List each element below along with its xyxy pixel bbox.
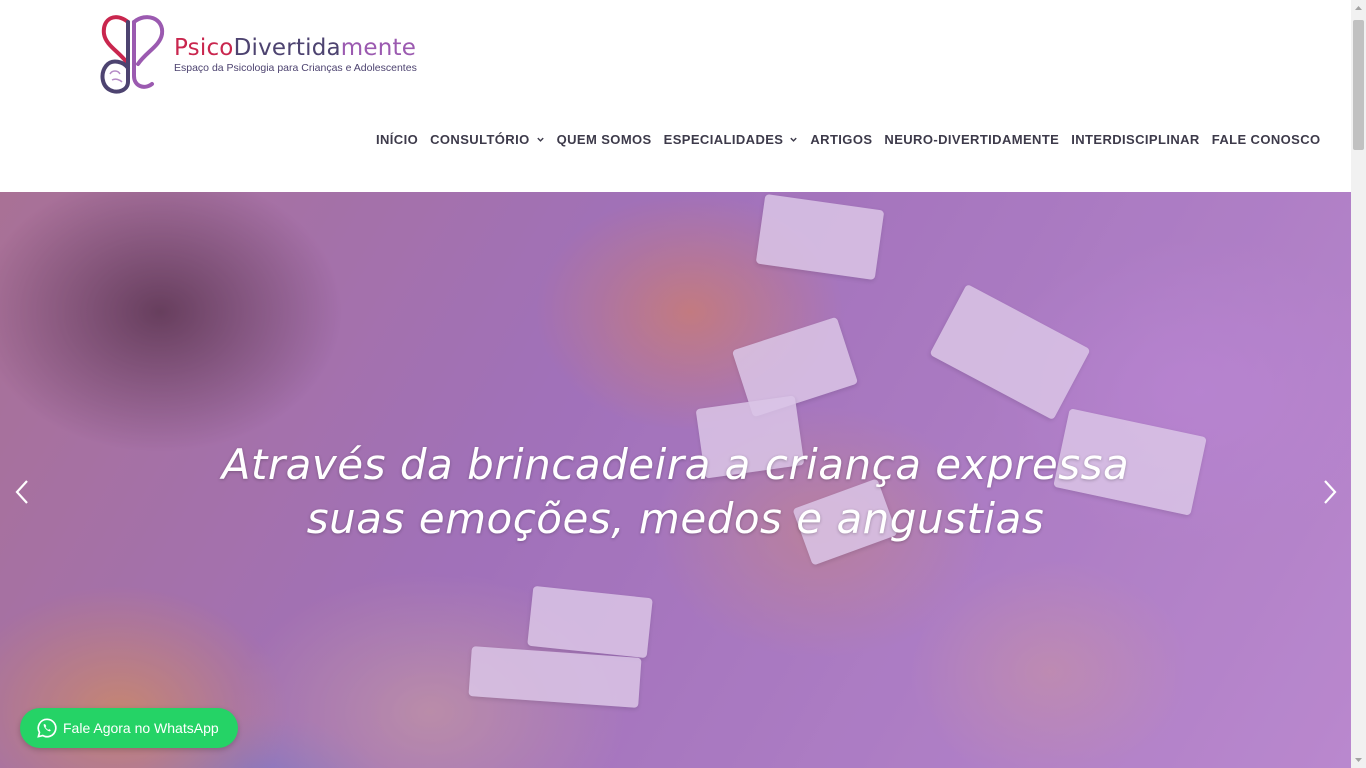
nav-item-label: QUEM SOMOS (556, 131, 652, 147)
site-header: PsicoDivertidamente Espaço da Psicologia… (0, 0, 1351, 192)
nav-item-interdisciplinar[interactable]: INTERDISCIPLINAR (1071, 132, 1199, 147)
chevron-down-icon (790, 137, 798, 142)
nav-item-fale-conosco[interactable]: FALE CONOSCO (1212, 132, 1321, 147)
chevron-left-icon[interactable] (10, 476, 34, 508)
logo-tagline: Espaço da Psicologia para Crianças e Ado… (174, 61, 417, 74)
whatsapp-icon (37, 718, 57, 738)
nav-item-label: FALE CONOSCO (1211, 131, 1321, 147)
scrollbar-thumb[interactable] (1353, 20, 1364, 150)
nav-item-neuro-divertidamente[interactable]: NEURO-DIVERTIDAMENTE (884, 132, 1059, 147)
whatsapp-button-label: Fale Agora no WhatsApp (63, 720, 219, 736)
logo-text: PsicoDivertidamente Espaço da Psicologia… (174, 35, 417, 74)
site-logo[interactable]: PsicoDivertidamente Espaço da Psicologia… (98, 12, 438, 96)
nav-item-label: INÍCIO (376, 131, 419, 147)
main-nav: INÍCIO CONSULTÓRIO QUEM SOMOS ESPECIALID… (370, 128, 1327, 150)
hero-caption: Através da brincadeira a criança express… (100, 438, 1251, 546)
nav-item-especialidades[interactable]: ESPECIALIDADES (664, 132, 799, 147)
nav-item-label: ARTIGOS (810, 131, 873, 147)
nav-item-artigos[interactable]: ARTIGOS (810, 132, 872, 147)
logo-name-part3: mente (340, 34, 417, 61)
hero-caption-line2: suas emoções, medos e angustias (306, 494, 1045, 543)
page-scrollbar[interactable] (1351, 0, 1366, 768)
logo-name-part2: Divertida (233, 34, 341, 61)
logo-name-part1: Psico (174, 34, 234, 61)
hero-caption-line1: Através da brincadeira a criança express… (221, 440, 1130, 489)
nav-item-label: NEURO-DIVERTIDAMENTE (884, 131, 1060, 147)
logo-wordmark: PsicoDivertidamente (174, 35, 417, 61)
scroll-down-arrow-icon[interactable] (1351, 751, 1366, 768)
brain-heart-logo-icon (100, 15, 165, 94)
scroll-up-arrow-icon[interactable] (1351, 0, 1366, 17)
chevron-right-icon[interactable] (1318, 476, 1342, 508)
nav-item-label: CONSULTÓRIO (430, 131, 530, 147)
nav-item-label: ESPECIALIDADES (663, 131, 784, 147)
hero-slider: Através da brincadeira a criança express… (0, 192, 1351, 768)
whatsapp-button[interactable]: Fale Agora no WhatsApp (20, 708, 238, 748)
nav-item-inicio[interactable]: INÍCIO (376, 132, 418, 147)
nav-item-quem-somos[interactable]: QUEM SOMOS (557, 132, 652, 147)
nav-item-label: INTERDISCIPLINAR (1071, 131, 1200, 147)
nav-item-consultorio[interactable]: CONSULTÓRIO (430, 132, 545, 147)
chevron-down-icon (536, 137, 544, 142)
